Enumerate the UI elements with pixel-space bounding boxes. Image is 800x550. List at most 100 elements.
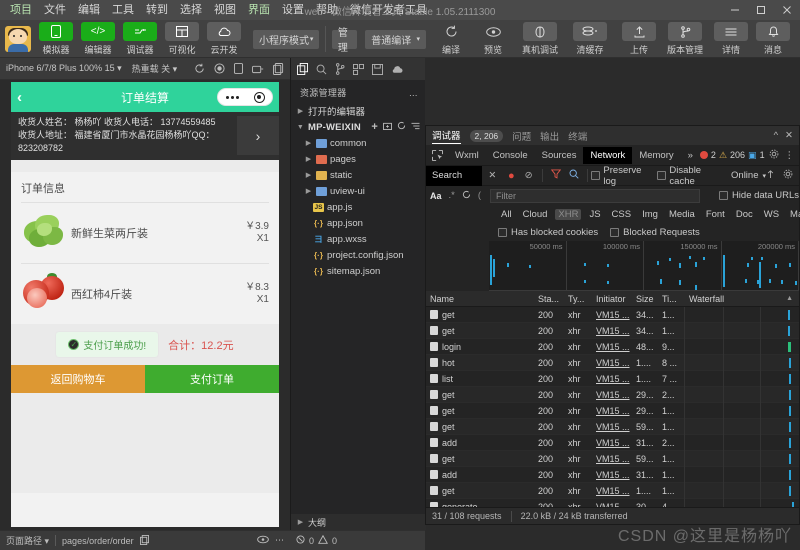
table-row[interactable]: get 200 xhr VM15 ... 29... 1...	[426, 402, 799, 419]
checkbox-icon-2[interactable]	[610, 227, 620, 237]
back-icon[interactable]: ‹	[17, 89, 37, 106]
menu-item-help[interactable]: 帮助	[310, 1, 344, 19]
files-icon[interactable]	[297, 63, 308, 75]
table-row[interactable]: list 200 xhr VM15 ... 1.... 7 ...	[426, 370, 799, 387]
more-icon-sim[interactable]	[273, 62, 284, 75]
import-icon[interactable]	[766, 169, 775, 182]
resource-manage-button[interactable]: 管理	[331, 28, 358, 54]
cloud-icon-activity[interactable]	[391, 65, 404, 74]
minimize-icon[interactable]	[722, 0, 748, 20]
match-case-toggle[interactable]: Aa	[430, 191, 442, 201]
gear-icon-network[interactable]	[783, 169, 793, 182]
column-size[interactable]: Size	[636, 294, 662, 304]
toolbar-button-debugger[interactable]: 调试器	[120, 21, 160, 56]
close-icon-devtools[interactable]: ✕	[785, 130, 793, 141]
column-waterfall[interactable]: Waterfall	[689, 294, 724, 304]
capsule-button[interactable]	[217, 88, 273, 106]
tree-item-static[interactable]: ▶ static	[291, 167, 425, 183]
funnel-icon[interactable]	[547, 169, 565, 182]
tree-item-sitemap[interactable]: {·} sitemap.json	[291, 263, 425, 279]
refresh-icon-explorer[interactable]	[397, 121, 406, 133]
tree-item-common[interactable]: ▶ common	[291, 135, 425, 151]
tree-item-project-config[interactable]: {·} project.config.json	[291, 247, 425, 263]
hotreload-select[interactable]: 热重载 关 ▾	[132, 62, 178, 75]
table-row[interactable]: add 200 xhr VM15 ... 31... 2...	[426, 434, 799, 451]
toolbar-button-version[interactable]: 版本管理	[661, 21, 709, 56]
tree-item-app-js[interactable]: JS app.js	[291, 199, 425, 215]
table-row[interactable]: login 200 xhr VM15 ... 48... 9...	[426, 338, 799, 355]
warning-count-icon[interactable]	[318, 534, 329, 546]
table-row[interactable]: get 200 xhr VM15 ... 1.... 1...	[426, 482, 799, 499]
record-icon-sim[interactable]	[214, 63, 225, 74]
column-time[interactable]: Ti...	[662, 294, 684, 304]
type-filter-js[interactable]: JS	[586, 209, 603, 220]
toolbar-button-visual[interactable]: 可视化	[162, 21, 202, 56]
hide-data-urls-checkbox[interactable]: Hide data URLs	[718, 190, 799, 201]
search-icon[interactable]	[316, 64, 327, 75]
record-icon-network[interactable]: ●	[503, 170, 520, 182]
order-item-row[interactable]: 西红柿4斤装 ￥8.3 X1	[11, 264, 279, 324]
tree-item-app-json[interactable]: {·} app.json	[291, 215, 425, 231]
filter-extra-icon[interactable]: (	[478, 190, 481, 201]
menu-item-edit[interactable]: 编辑	[72, 1, 106, 19]
new-folder-icon[interactable]	[383, 122, 392, 133]
table-row[interactable]: get 200 xhr VM15 ... 34... 1...	[426, 322, 799, 339]
toolbar-button-message[interactable]: 消息	[753, 21, 793, 56]
copy-icon[interactable]	[139, 534, 149, 547]
toolbar-button-clearcache[interactable]: 清缓存	[567, 21, 613, 56]
open-editors-row[interactable]: ▶ 打开的编辑器	[291, 103, 425, 119]
rotate-icon-sim[interactable]	[234, 63, 243, 74]
type-filter-media[interactable]: Media	[666, 209, 698, 220]
toolbar-button-realdevice[interactable]: 真机调试	[515, 21, 565, 56]
filter-input[interactable]: Filter	[490, 188, 700, 203]
tab-terminal[interactable]: 终端	[568, 129, 587, 143]
table-row[interactable]: generate 200 xhr VM15 ... 30... 4...	[426, 498, 799, 507]
tab-memory[interactable]: Memory	[632, 147, 680, 164]
toolbar-button-simulator[interactable]: 模拟器	[36, 21, 76, 56]
regex-toggle[interactable]: .*	[449, 190, 455, 201]
compile-select[interactable]: 普通编译 ▾	[365, 29, 426, 49]
refresh-icon-filter[interactable]	[462, 190, 471, 202]
type-filter-ws[interactable]: WS	[761, 209, 782, 220]
menu-item-select[interactable]: 选择	[174, 1, 208, 19]
eye-icon-status[interactable]	[257, 535, 269, 546]
type-filter-manifest[interactable]: Manifest	[787, 209, 800, 220]
menu-item-devtools[interactable]: 微信开发者工具	[344, 1, 433, 19]
menu-item-interface[interactable]: 界面	[242, 1, 276, 19]
outline-section[interactable]: ▶ 大纲	[291, 514, 426, 530]
tree-item-uview-ui[interactable]: ▶ uview-ui	[291, 183, 425, 199]
collapse-icon-devtools[interactable]: ^	[774, 130, 778, 141]
tab-network[interactable]: Network	[583, 146, 633, 164]
tab-debugger[interactable]: 调试器	[432, 128, 461, 144]
tab-problems[interactable]: 问题	[512, 129, 531, 143]
save-icon[interactable]	[372, 63, 383, 75]
gear-icon[interactable]	[769, 149, 779, 162]
toolbar-button-compile[interactable]: 编译	[431, 21, 471, 56]
type-filter-img[interactable]: Img	[639, 209, 661, 220]
error-count-icon[interactable]	[296, 535, 305, 546]
clear-icon-network[interactable]: ⊘	[520, 170, 538, 181]
column-name[interactable]: Name	[426, 294, 538, 304]
order-item-row[interactable]: 新鲜生菜两斤装 ￥3.9 X1	[11, 203, 279, 263]
toolbar-button-preview[interactable]: 预览	[473, 21, 513, 56]
type-filter-all[interactable]: All	[498, 209, 515, 220]
menu-item-file[interactable]: 文件	[38, 1, 72, 19]
column-status[interactable]: Sta...	[538, 294, 568, 304]
menu-item-project[interactable]: 项目	[4, 1, 38, 19]
disable-cache-checkbox[interactable]: Disable cache	[657, 165, 721, 187]
search-label[interactable]: Search	[426, 165, 482, 186]
table-row[interactable]: get 200 xhr VM15 ... 29... 2...	[426, 386, 799, 403]
screenshot-icon-sim[interactable]	[252, 64, 264, 74]
throttle-select[interactable]: Online ▾	[731, 170, 766, 181]
refresh-icon-sim[interactable]	[194, 63, 205, 74]
type-filter-cloud[interactable]: Cloud	[520, 209, 551, 220]
new-file-icon[interactable]: +	[371, 121, 378, 133]
collapse-icon[interactable]	[411, 122, 420, 133]
type-filter-css[interactable]: CSS	[609, 209, 635, 220]
toolbar-button-editor[interactable]: </> 编辑器	[78, 21, 118, 56]
address-block[interactable]: 收货人姓名： 杨杨吖 收货人电话： 13774559485 收货人地址： 福建省…	[11, 112, 279, 160]
search-icon-network[interactable]	[565, 169, 583, 182]
table-row[interactable]: get 200 xhr VM15 ... 34... 1...	[426, 307, 799, 323]
tab-sources[interactable]: Sources	[535, 147, 584, 164]
device-select[interactable]: iPhone 6/7/8 Plus 100% 15 ▾	[6, 63, 122, 74]
